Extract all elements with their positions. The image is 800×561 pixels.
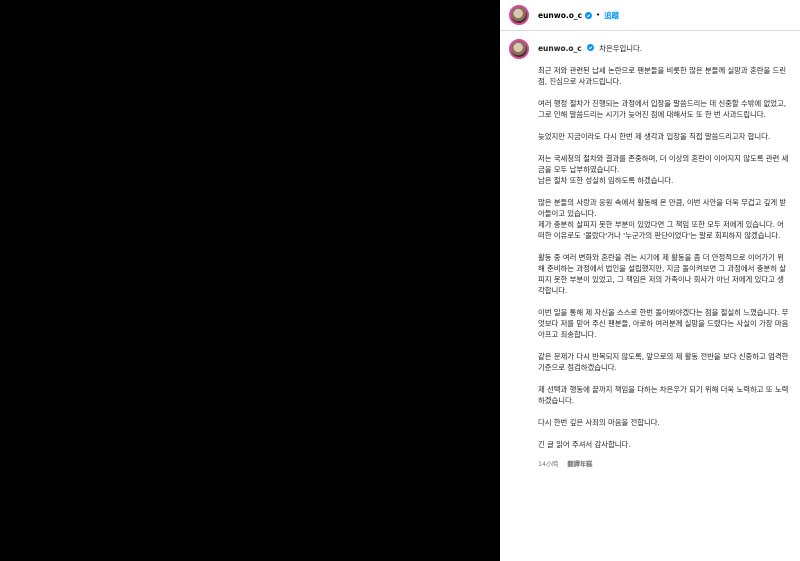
caption-paragraph: 같은 문제가 다시 반복되지 않도록, 앞으로의 제 활동 전반을 보다 신중하… — [538, 352, 789, 372]
verified-badge-icon — [586, 44, 594, 51]
caption-avatar[interactable] — [509, 39, 529, 59]
translate-link[interactable]: 翻譯年糕 — [567, 461, 592, 468]
post-header: eunwo.o_c • 追蹤 — [500, 0, 800, 31]
avatar[interactable] — [509, 5, 529, 25]
caption-paragraph: 여러 행정 절차가 진행되는 과정에서 입장을 말씀드리는 데 신중할 수밖에 … — [538, 99, 787, 119]
caption-paragraph: 저는 국세청의 절차와 결과를 존중하며, 더 이상의 혼란이 이어지지 않도록… — [538, 154, 789, 185]
caption-paragraph: 활동 중 여러 변화와 혼란을 겪는 시기에 제 활동을 좀 더 안정적으로 이… — [538, 253, 787, 295]
caption-paragraph: 많은 분들의 사랑과 응원 속에서 활동해 온 만큼, 이번 사안을 더욱 무겁… — [538, 198, 787, 240]
caption-paragraph: 늦었지만 지금이라도 다시 한번 제 생각과 입장을 직접 말씀드리고자 합니다… — [538, 132, 771, 141]
caption-paragraph: 제 선택과 행동에 끝까지 책임을 다하는 차은우가 되기 위해 더욱 노력하고… — [538, 385, 789, 405]
header-separator: • — [596, 11, 601, 19]
post-time: 14小時 — [538, 461, 559, 468]
caption-paragraph: 최근 저와 관련된 납세 논란으로 팬분들을 비롯한 많은 분들께 실망과 혼란… — [538, 66, 787, 86]
post-media-area — [0, 0, 500, 561]
verified-badge-icon — [585, 11, 593, 19]
caption-first-line: eunwo.o_c 차은우입니다. — [538, 43, 789, 54]
caption-block: eunwo.o_c 차은우입니다. 최근 저와 관련된 납세 논란으로 팬분들을… — [509, 39, 792, 561]
post-side-panel: eunwo.o_c • 追蹤 eunwo.o_c 차은우입니다. 최근 저와 관… — [500, 0, 800, 561]
caption-paragraph: 이번 일을 통해 제 자신을 스스로 한번 돌아봐야겠다는 점을 절실히 느꼈습… — [538, 308, 789, 339]
caption-lead: 차은우입니다. — [599, 44, 643, 53]
caption-paragraph: 긴 글 읽어 주셔서 감사합니다. — [538, 440, 631, 449]
caption-paragraph: 다시 한번 깊은 사죄의 마음을 전합니다. — [538, 418, 660, 427]
follow-button[interactable]: 追蹤 — [604, 10, 619, 21]
caption-content: eunwo.o_c 차은우입니다. 최근 저와 관련된 납세 논란으로 팬분들을… — [538, 39, 789, 561]
header-username[interactable]: eunwo.o_c — [538, 11, 582, 20]
caption-username[interactable]: eunwo.o_c — [538, 44, 582, 53]
post-meta: 14小時 翻譯年糕 — [538, 459, 789, 470]
